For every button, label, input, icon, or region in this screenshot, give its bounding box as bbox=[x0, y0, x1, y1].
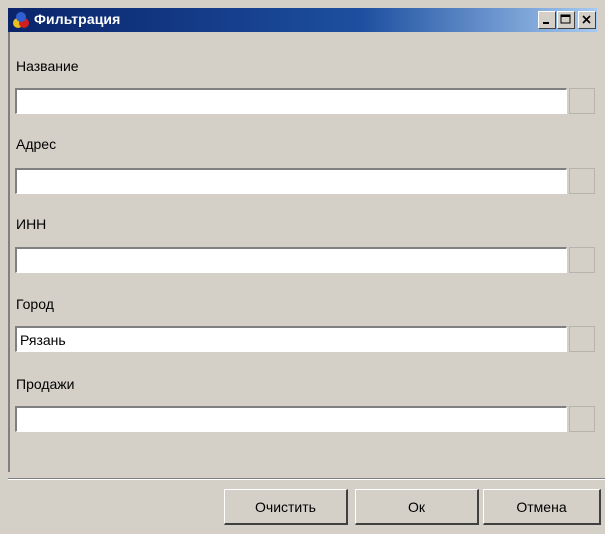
inn-label: ИНН bbox=[16, 216, 47, 232]
sales-input[interactable] bbox=[15, 406, 567, 432]
minimize-icon bbox=[543, 22, 549, 24]
maximize-icon bbox=[560, 14, 571, 24]
cancel-button[interactable]: Отмена bbox=[483, 489, 601, 525]
minimize-button[interactable] bbox=[538, 11, 556, 29]
dialog-body: Название Адрес ИНН Город Продажи bbox=[8, 32, 599, 472]
sales-label: Продажи bbox=[16, 376, 75, 392]
window-title: Фильтрация bbox=[34, 11, 121, 27]
name-lookup-button[interactable] bbox=[569, 88, 595, 114]
maximize-button[interactable] bbox=[557, 11, 575, 29]
address-input[interactable] bbox=[15, 168, 567, 194]
title-bar[interactable]: Фильтрация bbox=[8, 8, 597, 32]
footer-divider-highlight bbox=[8, 479, 605, 480]
address-label: Адрес bbox=[16, 136, 57, 152]
ok-button[interactable]: Ок bbox=[355, 489, 479, 525]
inn-lookup-button[interactable] bbox=[569, 247, 595, 273]
city-input[interactable] bbox=[15, 326, 567, 352]
close-icon bbox=[582, 15, 591, 24]
city-lookup-button[interactable] bbox=[569, 326, 595, 352]
clear-button[interactable]: Очистить bbox=[224, 489, 348, 525]
name-label: Название bbox=[16, 58, 79, 74]
filter-dialog: Фильтрация Название Адрес ИНН Город Ряза… bbox=[8, 8, 605, 534]
inn-input[interactable] bbox=[15, 247, 567, 273]
close-button[interactable] bbox=[578, 11, 596, 29]
name-input[interactable] bbox=[15, 88, 567, 114]
city-label: Город bbox=[16, 296, 54, 312]
sales-lookup-button[interactable] bbox=[569, 406, 595, 432]
app-icon bbox=[12, 11, 30, 29]
address-lookup-button[interactable] bbox=[569, 168, 595, 194]
